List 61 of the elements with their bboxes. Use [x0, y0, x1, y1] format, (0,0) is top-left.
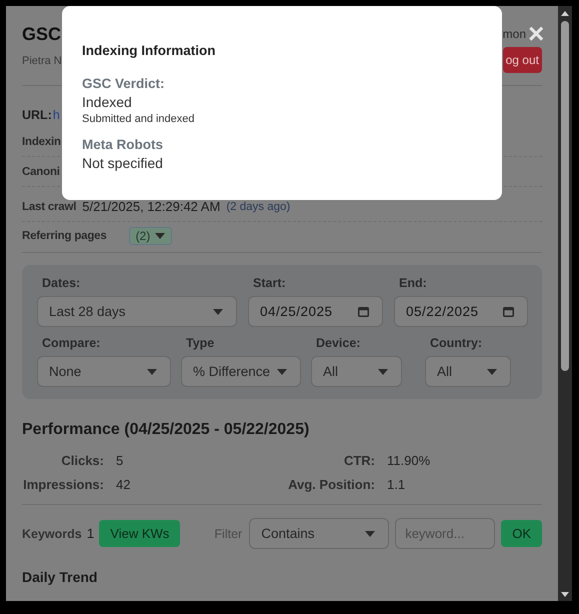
referring-count-button[interactable]: (2)	[128, 227, 172, 245]
date-field[interactable]: 05/22/2025	[394, 296, 528, 327]
caret-icon	[365, 530, 376, 536]
section-heading: Meta Robots	[82, 137, 163, 152]
metric-value: 11.90%	[387, 453, 430, 468]
detail-label: Last crawl	[22, 200, 76, 212]
caret-icon	[277, 368, 287, 374]
field-label: Device:	[316, 336, 360, 350]
dropdown[interactable]: None	[37, 356, 171, 387]
section-value: Not specified	[82, 155, 163, 171]
metric-value: 5	[116, 453, 124, 468]
field-label: Dates:	[42, 276, 80, 290]
section-heading: GSC Verdict:	[82, 76, 165, 91]
metric-label: Clicks:	[61, 453, 104, 468]
field-label: End:	[399, 276, 427, 290]
caret-icon	[213, 308, 223, 314]
section-title: Daily Trend	[22, 569, 98, 585]
dropdown[interactable]: Last 28 days	[37, 296, 237, 327]
url-label: URL:	[22, 108, 52, 122]
field-label: Compare:	[42, 336, 100, 350]
caret-icon	[155, 233, 166, 239]
header-link[interactable]: mon	[502, 27, 526, 41]
detail-label: Referring pages	[22, 230, 107, 242]
field-label: Country:	[430, 336, 482, 350]
user-name: Pietra N	[22, 55, 62, 67]
page-title: GSC	[22, 24, 62, 45]
scroll-down-icon[interactable]	[561, 592, 569, 596]
caret-icon	[147, 368, 157, 374]
date-field[interactable]: 04/25/2025	[248, 296, 383, 327]
logout-button[interactable]: og out	[502, 47, 542, 73]
metric-label: Avg. Position:	[288, 477, 375, 492]
modal-title: Indexing Information	[82, 43, 216, 58]
metric-label: Impressions:	[23, 477, 104, 492]
field-label: Start:	[253, 276, 286, 290]
detail-note: (2 days ago)	[226, 200, 290, 212]
field-label: Type	[186, 336, 214, 350]
caret-icon	[487, 368, 497, 374]
filter-dropdown[interactable]: Contains	[249, 518, 390, 549]
dropdown[interactable]: All	[311, 356, 402, 387]
metric-value: 42	[116, 477, 130, 492]
url-link[interactable]: h	[52, 108, 60, 122]
detail-label: Canoni	[22, 166, 60, 178]
scrollbar-thumb[interactable]	[561, 21, 569, 371]
metric-value: 1.1	[387, 477, 406, 492]
caret-icon	[378, 368, 388, 374]
keywords-label: Keywords	[22, 526, 82, 540]
ok-button[interactable]: OK	[501, 520, 542, 547]
section-title: Performance (04/25/2025 - 05/22/2025)	[22, 421, 310, 439]
metric-label: CTR:	[344, 453, 375, 468]
view-keywords-button[interactable]: View KWs	[99, 520, 180, 547]
keywords-count: 1	[86, 526, 94, 541]
calendar-icon	[358, 306, 369, 317]
section-detail: Submitted and indexed	[82, 113, 195, 125]
detail-value: 5/21/2025, 12:29:42 AM	[82, 199, 220, 214]
calendar-icon	[503, 306, 514, 317]
section-value: Indexed	[82, 94, 132, 110]
dropdown[interactable]: All	[425, 356, 511, 387]
scroll-up-icon[interactable]	[561, 10, 569, 16]
close-button[interactable]: ×	[528, 20, 544, 48]
detail-label: Indexin	[22, 136, 61, 148]
dropdown[interactable]: % Difference	[181, 356, 301, 387]
